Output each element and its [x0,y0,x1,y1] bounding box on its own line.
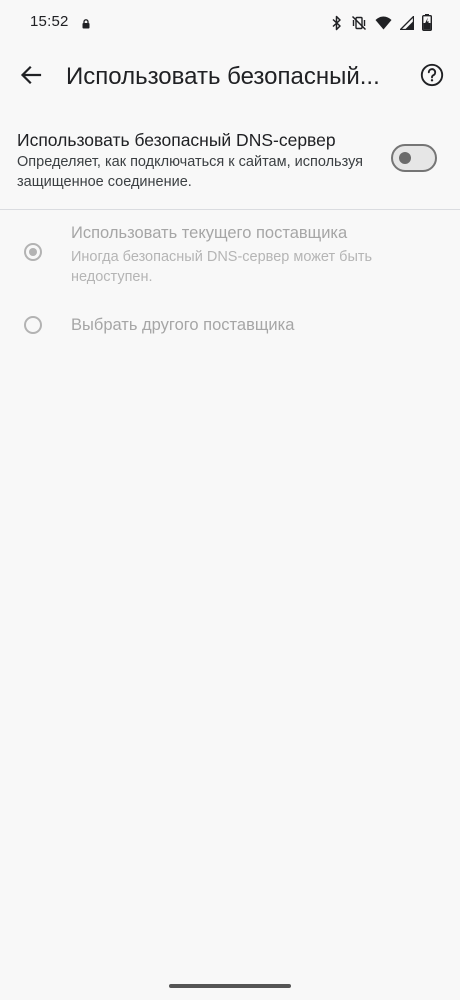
lock-icon [82,16,90,34]
app-bar: Использовать безопасный... [0,46,460,110]
divider [0,209,460,210]
option-sublabel: Иногда безопасный DNS-сервер может быть … [71,249,373,285]
radio-button-selected[interactable] [24,243,42,261]
radio-button[interactable] [24,316,42,334]
help-icon [420,63,444,92]
option-label: Выбрать другого поставщика [71,316,295,334]
option-other-provider[interactable]: Выбрать другого поставщика [0,306,460,346]
status-time: 15:52 [30,13,69,30]
page-title: Использовать безопасный... [66,63,380,90]
secure-dns-toggle[interactable] [391,144,437,172]
status-icons [331,14,432,31]
secure-dns-setting[interactable]: Использовать безопасный DNS-сервер Опред… [0,120,460,210]
navigation-handle[interactable] [169,984,291,988]
back-button[interactable] [14,60,48,94]
vibrate-off-icon [351,15,367,31]
toggle-thumb [399,152,411,164]
signal-icon [400,15,414,30]
wifi-icon [375,16,392,30]
option-label: Использовать текущего поставщика [71,224,348,242]
status-bar: 15:52 [0,0,460,46]
option-current-provider[interactable]: Использовать текущего поставщика Иногда … [0,220,460,296]
bluetooth-icon [331,15,343,31]
setting-description: Определяет, как подключаться к сайтам, и… [17,154,364,190]
help-button[interactable] [418,63,446,91]
arrow-back-icon [20,64,42,91]
battery-charging-icon [422,14,432,31]
setting-title: Использовать безопасный DNS-сервер [17,130,336,150]
radio-dot [29,248,37,256]
